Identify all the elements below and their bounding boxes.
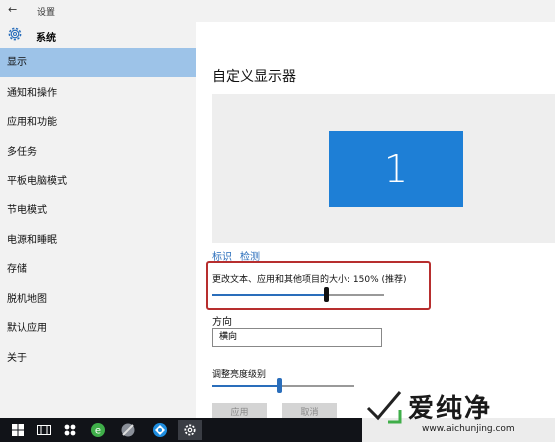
sidebar-item-storage[interactable]: 存储 — [0, 255, 196, 284]
settings-header: 系统 — [0, 22, 196, 48]
settings-icon[interactable] — [178, 420, 202, 440]
sidebar-item-battery-saver[interactable]: 节电模式 — [0, 196, 196, 225]
orientation-select[interactable]: 横向 — [212, 328, 382, 347]
browser-icon[interactable]: e — [88, 420, 108, 440]
ie-icon[interactable] — [150, 420, 170, 440]
scale-slider-thumb[interactable] — [324, 287, 329, 302]
back-arrow-icon[interactable]: ← — [8, 3, 17, 16]
sidebar-item-multitasking[interactable]: 多任务 — [0, 138, 196, 167]
sidebar-item-notifications[interactable]: 通知和操作 — [0, 79, 196, 108]
monitor-tile[interactable]: 1 — [329, 131, 463, 207]
sidebar-item-tablet-mode[interactable]: 平板电脑模式 — [0, 167, 196, 196]
watermark-logo-icon — [366, 391, 402, 424]
sidebar-item-display[interactable]: 显示 — [0, 48, 196, 77]
apps-icon[interactable] — [60, 420, 80, 440]
sidebar: 显示 通知和操作 应用和功能 多任务 平板电脑模式 节电模式 电源和睡眠 存储 … — [0, 48, 196, 418]
page-title: 自定义显示器 — [212, 69, 296, 85]
sidebar-item-offline-maps[interactable]: 脱机地图 — [0, 285, 196, 314]
brightness-slider-thumb[interactable] — [277, 378, 282, 393]
sidebar-item-default-apps[interactable]: 默认应用 — [0, 314, 196, 343]
sidebar-item-power-sleep[interactable]: 电源和睡眠 — [0, 226, 196, 255]
watermark-url: www.aichunjing.com — [422, 424, 515, 434]
brightness-label: 调整亮度级别 — [212, 370, 267, 380]
scale-label: 更改文本、应用和其他项目的大小: 150% (推荐) — [212, 275, 407, 285]
pinned-app-icon[interactable] — [118, 420, 138, 440]
section-title: 系统 — [36, 33, 56, 44]
orientation-label: 方向 — [212, 317, 232, 328]
scale-slider-fill — [212, 294, 326, 296]
scale-slider[interactable] — [212, 287, 384, 302]
display-preview: 1 — [212, 94, 555, 243]
window-title: 设置 — [37, 8, 56, 18]
start-icon[interactable] — [8, 420, 28, 440]
highlight-annotation-box — [206, 261, 431, 310]
sidebar-item-about[interactable]: 关于 — [0, 344, 196, 373]
brightness-slider-fill — [212, 385, 279, 387]
brightness-slider[interactable] — [212, 378, 354, 393]
task-view-icon[interactable] — [34, 420, 54, 440]
svg-text:e: e — [95, 426, 101, 437]
watermark-text: 爱纯净 — [408, 394, 493, 424]
watermark: 爱纯净 www.aichunjing.com — [362, 384, 555, 442]
title-bar: ← 设置 — [0, 0, 555, 22]
sidebar-item-apps[interactable]: 应用和功能 — [0, 108, 196, 137]
gear-icon — [8, 27, 22, 41]
main-panel: 自定义显示器 1 标识 检测 更改文本、应用和其他项目的大小: 150% (推荐)… — [196, 22, 555, 423]
